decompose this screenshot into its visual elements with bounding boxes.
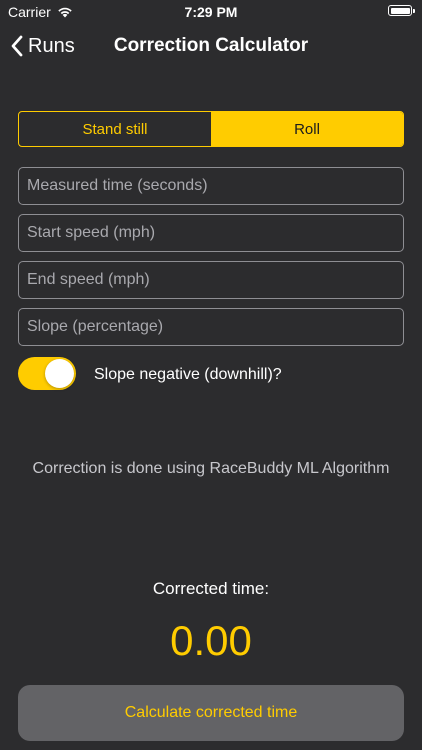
battery-level (390, 7, 410, 14)
slope-negative-label: Slope negative (downhill)? (94, 366, 282, 383)
page-title: Correction Calculator (113, 35, 309, 56)
mode-segmented-control: Stand still Roll (18, 111, 404, 147)
navigation-bar: Runs Correction Calculator (0, 24, 422, 68)
algorithm-info-text: Correction is done using RaceBuddy ML Al… (32, 460, 390, 477)
segment-stand-still[interactable]: Stand still (19, 112, 211, 146)
slope-negative-toggle[interactable] (18, 357, 76, 390)
measured-time-input[interactable] (18, 167, 404, 205)
segment-roll[interactable]: Roll (211, 112, 403, 146)
status-time: 7:29 PM (184, 4, 238, 20)
status-bar: Carrier 7:29 PM (0, 0, 422, 24)
end-speed-input[interactable] (18, 261, 404, 299)
battery-icon (388, 5, 415, 16)
start-speed-input[interactable] (18, 214, 404, 252)
corrected-time-value: 0.00 (170, 617, 252, 664)
toggle-knob (45, 359, 74, 388)
corrected-time-label: Corrected time: (152, 579, 270, 598)
slope-input[interactable] (18, 308, 404, 346)
calculate-button[interactable]: Calculate corrected time (18, 685, 404, 741)
